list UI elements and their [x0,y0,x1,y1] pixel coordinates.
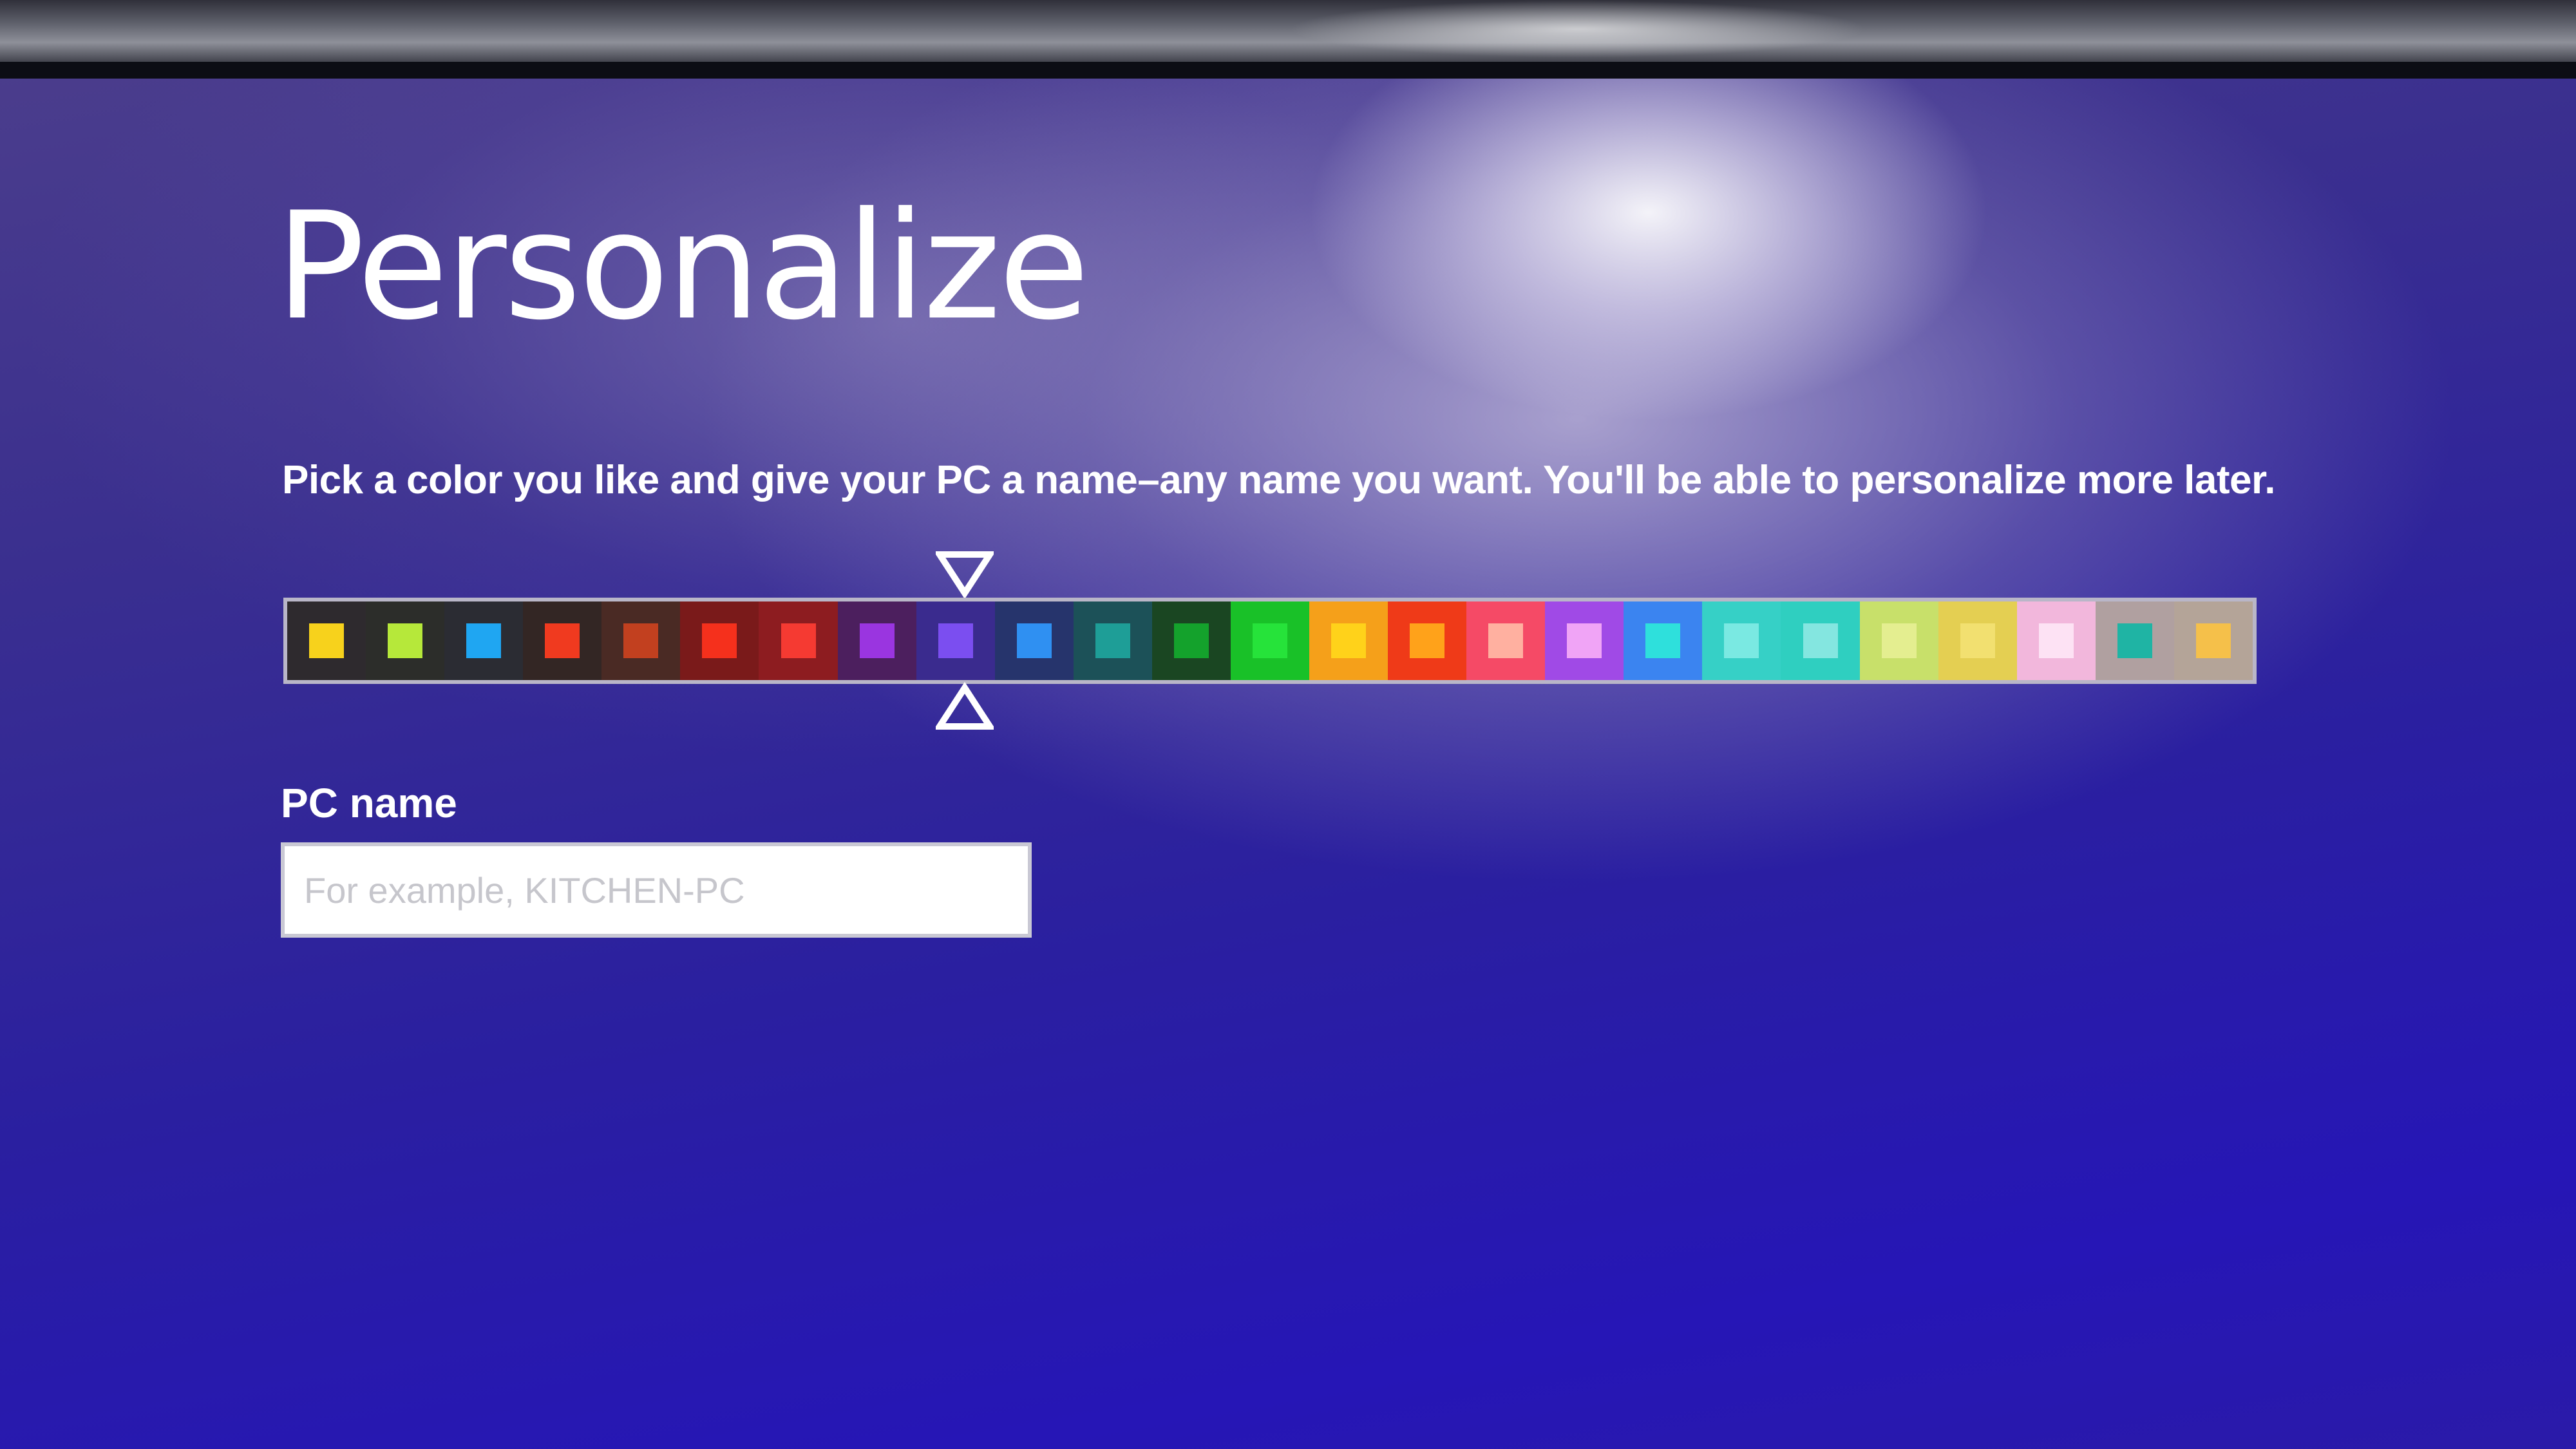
color-swatch-4[interactable] [523,601,602,680]
color-swatch-chip [938,623,973,658]
color-swatch-chip [1252,623,1287,658]
color-swatch-chip [1095,623,1130,658]
color-swatch-1[interactable] [287,601,366,680]
color-swatch-chip [1567,623,1602,658]
color-swatch-chip [1173,623,1209,658]
color-swatch-6[interactable] [680,601,759,680]
color-swatch-14[interactable] [1309,601,1388,680]
color-swatch-chip [388,623,423,658]
pc-name-input[interactable] [281,842,1032,938]
color-swatch-chip [781,623,816,658]
page-title: Personalize [276,181,1090,353]
color-swatch-3[interactable] [444,601,524,680]
color-swatch-2[interactable] [366,601,445,680]
color-slider-top-thumb-icon[interactable] [936,551,994,602]
color-swatch-25[interactable] [2174,601,2253,680]
color-swatch-24[interactable] [2095,601,2174,680]
color-swatch-chip [1410,623,1445,658]
color-picker-strip[interactable] [283,598,2257,684]
color-swatch-chip [1960,623,1995,658]
color-slider-bottom-thumb-icon[interactable] [936,681,994,733]
color-swatch-chip [1488,623,1524,658]
color-swatch-13[interactable] [1230,601,1310,680]
color-swatch-5[interactable] [601,601,681,680]
color-swatch-21[interactable] [1859,601,1938,680]
color-swatch-chip [859,623,895,658]
color-swatch-chip [545,623,580,658]
color-swatch-chip [623,623,659,658]
color-swatch-chip [2195,623,2231,658]
color-swatch-chip [1645,623,1681,658]
color-swatch-chip [1331,623,1367,658]
color-swatch-11[interactable] [1073,601,1152,680]
color-swatch-chip [702,623,737,658]
color-swatch-19[interactable] [1702,601,1781,680]
color-swatch-10[interactable] [994,601,1074,680]
color-swatch-17[interactable] [1545,601,1624,680]
color-swatch-chip [2117,623,2152,658]
color-swatch-16[interactable] [1466,601,1546,680]
color-swatch-18[interactable] [1624,601,1703,680]
color-swatch-chip [1016,623,1052,658]
color-swatch-chip [466,623,502,658]
color-swatch-chip [309,623,345,658]
bezel-reflection [1288,0,1868,58]
color-swatch-22[interactable] [1938,601,2017,680]
color-swatch-23[interactable] [2016,601,2096,680]
color-swatch-chip [1881,623,1917,658]
page-description: Pick a color you like and give your PC a… [282,458,2275,502]
color-swatch-9-selected[interactable] [916,601,995,680]
color-swatch-15[interactable] [1388,601,1467,680]
color-swatch-12[interactable] [1151,601,1231,680]
color-swatch-8[interactable] [837,601,916,680]
color-swatch-20[interactable] [1781,601,1860,680]
pc-name-label: PC name [281,780,457,826]
color-swatch-7[interactable] [759,601,838,680]
monitor-bezel [0,0,2576,79]
color-swatch-chip [1803,623,1838,658]
bezel-edge [0,62,2576,79]
color-swatch-chip [1724,623,1759,658]
color-swatch-chip [2038,623,2074,658]
